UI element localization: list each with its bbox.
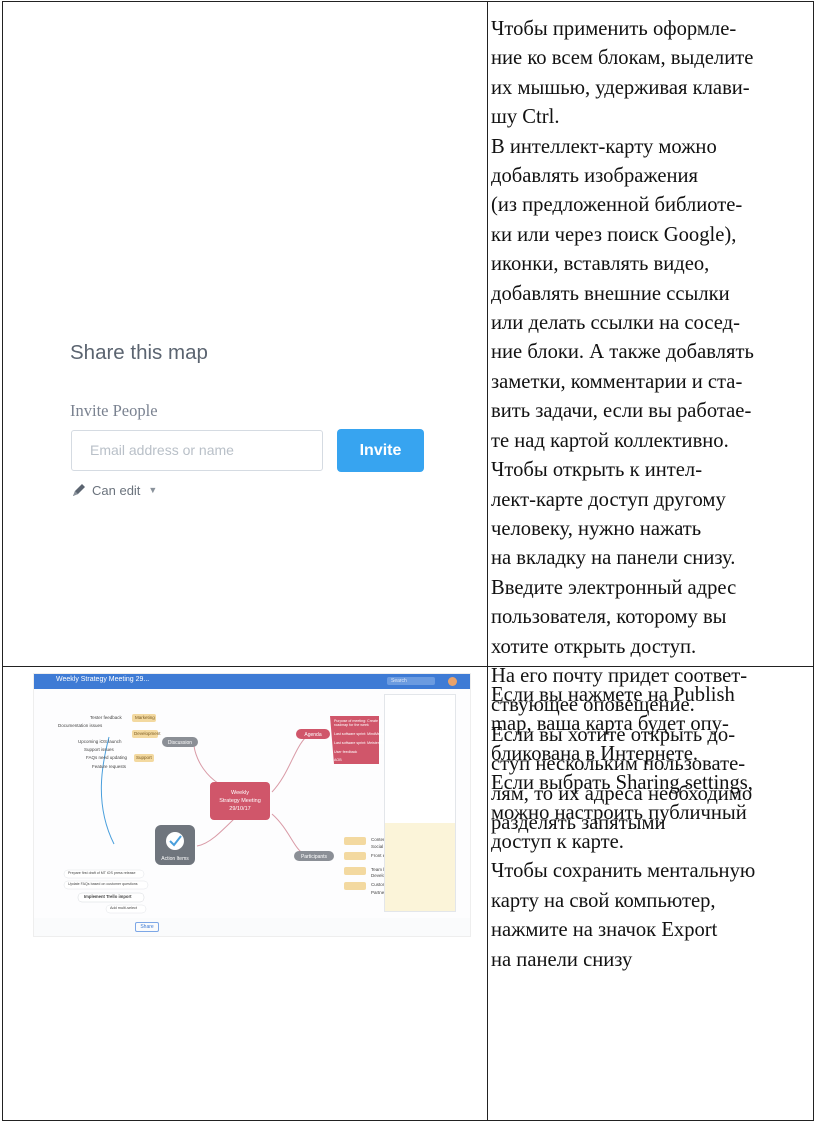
text-line: их мышью, удерживая клави-	[491, 76, 750, 99]
participant-node	[344, 867, 366, 875]
text-line: или делать ссылки на сосед-	[491, 312, 740, 335]
text-line: человеку, нужно нажать	[491, 517, 702, 540]
text-line: map, ваша карта будет опу-	[491, 713, 729, 736]
agenda-label: Agenda	[304, 732, 321, 738]
discussion-item: Upcoming iOS launch	[78, 739, 122, 744]
column-divider	[487, 2, 488, 1120]
discussion-item: FAQs need updating	[86, 755, 128, 760]
email-input[interactable]: Email address or name	[71, 430, 323, 471]
action-items-label: Action Items	[161, 856, 189, 862]
text-line: доступ к карте.	[491, 831, 624, 854]
check-icon	[166, 832, 184, 850]
discussion-item: Development	[134, 731, 161, 736]
style-panel[interactable]	[384, 694, 456, 912]
agenda-item: User feedback	[334, 750, 358, 754]
text-line: иконки, вставлять видео,	[491, 253, 710, 276]
text-line: В интеллект-карту можно	[491, 135, 717, 158]
discussion-item: Feature requests	[92, 764, 127, 769]
participant-node	[344, 852, 366, 860]
discussion-item: Marketing	[135, 715, 155, 720]
text-line: карту на свой компьютер,	[491, 889, 716, 912]
discussion-item: Support issues	[84, 747, 114, 752]
action-item: Implement Trello import	[84, 894, 132, 899]
central-node-line-1: Weekly	[231, 790, 249, 796]
text-line: заметки, комментарии и ста-	[491, 370, 743, 393]
caret-down-icon: ▼	[148, 485, 158, 495]
text-line: на панели снизу	[491, 948, 633, 971]
notes-area[interactable]	[385, 823, 455, 911]
invite-people-label: Invite People	[70, 401, 158, 420]
mindmap-screenshot: Weekly Strategy Meeting 29... Search Wee…	[33, 673, 471, 937]
action-item: Update FAQs based on customer questions	[68, 882, 138, 886]
agenda-item: Last software sprint: Meister Task	[334, 741, 388, 745]
invite-button[interactable]: Invite	[337, 429, 424, 472]
action-item: Prepare first draft of MT iOS press rele…	[68, 871, 136, 875]
pencil-icon	[73, 484, 85, 496]
discussion-item: Documentation issues	[58, 723, 103, 728]
participant-node	[344, 882, 366, 890]
discussion-label: Discussion	[168, 740, 192, 746]
permission-label: Can edit	[92, 482, 141, 498]
bottom-toolbar	[34, 918, 470, 936]
text-line: хотите открыть доступ.	[491, 635, 697, 658]
permission-dropdown[interactable]: Can edit ▼	[71, 482, 157, 498]
text-line: Если выбрать Sharing settings,	[491, 772, 753, 795]
agenda-item: Last software sprint: MindMeister	[334, 732, 387, 736]
discussion-item: Support	[136, 755, 152, 760]
text-line: Введите электронный адрес	[491, 576, 737, 599]
discussion-item: Tester feedback	[90, 715, 122, 720]
participant-node	[344, 837, 366, 845]
text-line: Чтобы открыть к интел-	[491, 459, 703, 482]
text-line: Если вы нажмете на Publish	[491, 684, 735, 706]
text-line: ки или через поиск Google),	[491, 223, 737, 246]
text-line: те над картой коллективно.	[491, 429, 729, 452]
central-node-line-2: Strategy Meeting	[219, 798, 261, 804]
text-line: Чтобы применить оформле-	[491, 18, 737, 40]
text-line: шу Ctrl.	[491, 106, 560, 129]
text-line: Чтобы сохранить ментальную	[491, 860, 756, 883]
share-dialog-title: Share this map	[70, 341, 208, 364]
text-line: на вкладку на панели снизу.	[491, 547, 736, 570]
text-block-2: Если вы нажмете на Publish map, ваша кар…	[491, 681, 813, 975]
text-line: добавлять внешние ссылки	[491, 282, 730, 305]
share-button[interactable]: Share	[135, 922, 159, 932]
participants-label: Participants	[301, 854, 328, 860]
text-line: ние ко всем блокам, выделите	[491, 47, 754, 70]
text-line: нажмите на значок Export	[491, 919, 718, 942]
text-line: можно настроить публичный	[491, 801, 747, 824]
text-line: бликована в Интернете.	[491, 742, 699, 765]
action-item: Add multi-select	[110, 906, 138, 910]
central-node-line-3: 29/10/17	[229, 806, 250, 812]
text-line: лект-карте доступ другому	[491, 488, 726, 511]
text-line: пользователя, которому вы	[491, 606, 727, 629]
text-line: вить задачи, если вы работае-	[491, 400, 752, 423]
text-line: ние блоки. А также добавлять	[491, 341, 754, 364]
agenda-item: Purpose of meeting: Create roadmap for t…	[334, 719, 378, 727]
text-line: (из предложенной библиоте-	[491, 194, 743, 217]
text-line: добавлять изображения	[491, 165, 698, 188]
agenda-item: AOB	[334, 758, 342, 762]
